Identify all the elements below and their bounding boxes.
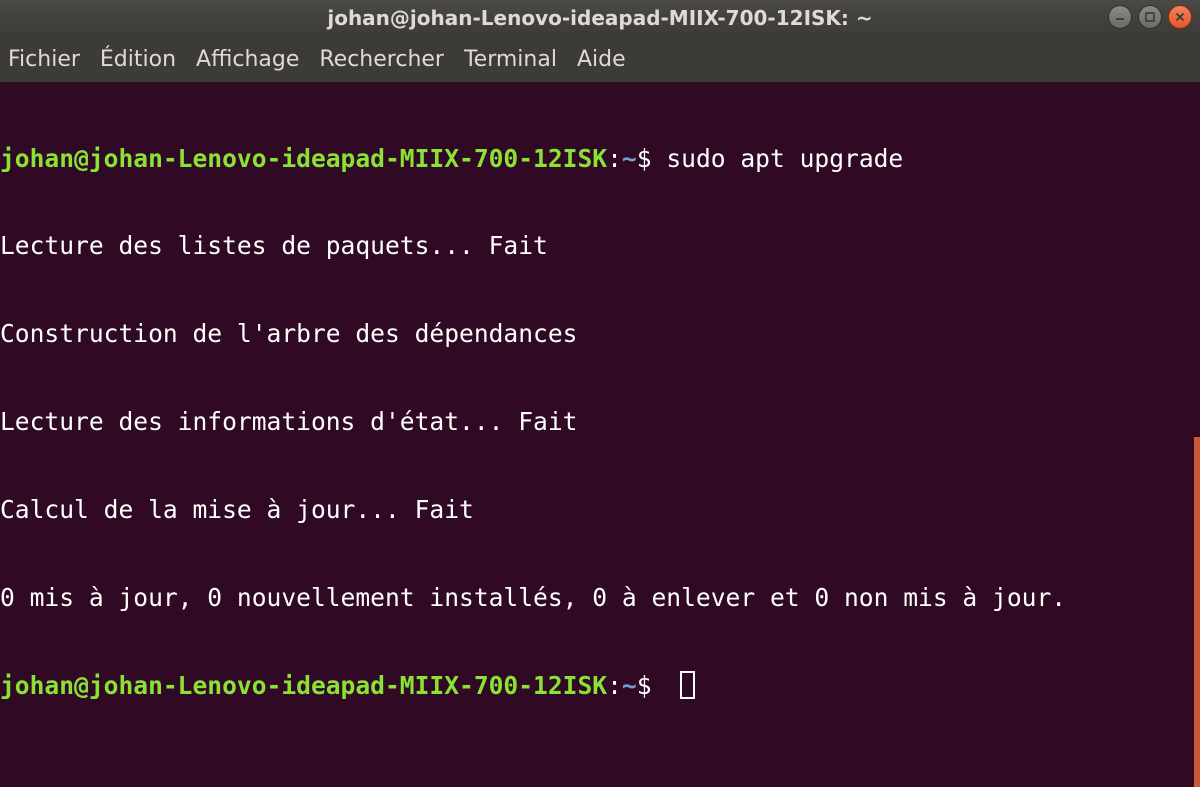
minimize-button[interactable] <box>1108 5 1132 29</box>
minimize-icon <box>1116 18 1124 20</box>
output-line: Construction de l'arbre des dépendances <box>0 319 578 349</box>
prompt-user: johan@johan-Lenovo-ideapad-MIIX-700-12IS… <box>0 143 608 173</box>
prompt-path: ~ <box>621 670 637 700</box>
menu-bar: Fichier Édition Affichage Rechercher Ter… <box>0 36 1200 82</box>
output-line: Lecture des listes de paquets... Fait <box>0 231 548 261</box>
menu-item-aide[interactable]: Aide <box>577 47 626 72</box>
prompt-symbol: $ <box>636 670 667 700</box>
maximize-icon <box>1145 12 1155 22</box>
window-title: johan@johan-Lenovo-ideapad-MIIX-700-12IS… <box>327 6 873 30</box>
text-cursor[interactable] <box>680 670 696 699</box>
window-controls <box>1108 5 1192 31</box>
terminal-output-area[interactable]: johan@johan-Lenovo-ideapad-MIIX-700-12IS… <box>0 82 1200 787</box>
menu-item-fichier[interactable]: Fichier <box>8 47 80 72</box>
prompt-path: ~ <box>621 143 637 173</box>
output-line: Lecture des informations d'état... Fait <box>0 407 578 437</box>
menu-item-affichage[interactable]: Affichage <box>196 47 299 72</box>
menu-item-terminal[interactable]: Terminal <box>464 47 557 72</box>
prompt-colon: : <box>607 670 622 700</box>
close-button[interactable] <box>1168 5 1192 29</box>
output-line: 0 mis à jour, 0 nouvellement installés, … <box>0 583 1067 613</box>
prompt-colon: : <box>607 143 622 173</box>
active-prompt-line: johan@johan-Lenovo-ideapad-MIIX-700-12IS… <box>0 670 1200 700</box>
prompt-symbol: $ <box>636 143 667 173</box>
scrollbar[interactable] <box>1194 437 1200 787</box>
output-line: Calcul de la mise à jour... Fait <box>0 495 474 525</box>
prompt-user: johan@johan-Lenovo-ideapad-MIIX-700-12IS… <box>0 670 608 700</box>
menu-item-rechercher[interactable]: Rechercher <box>319 47 444 72</box>
prompt-line: johan@johan-Lenovo-ideapad-MIIX-700-12IS… <box>0 144 1200 173</box>
close-icon <box>1175 12 1185 22</box>
terminal-window: johan@johan-Lenovo-ideapad-MIIX-700-12IS… <box>0 0 1200 787</box>
menu-item-edition[interactable]: Édition <box>100 47 176 72</box>
maximize-button[interactable] <box>1138 5 1162 29</box>
command-text: sudo apt upgrade <box>666 143 904 173</box>
title-bar[interactable]: johan@johan-Lenovo-ideapad-MIIX-700-12IS… <box>0 0 1200 36</box>
